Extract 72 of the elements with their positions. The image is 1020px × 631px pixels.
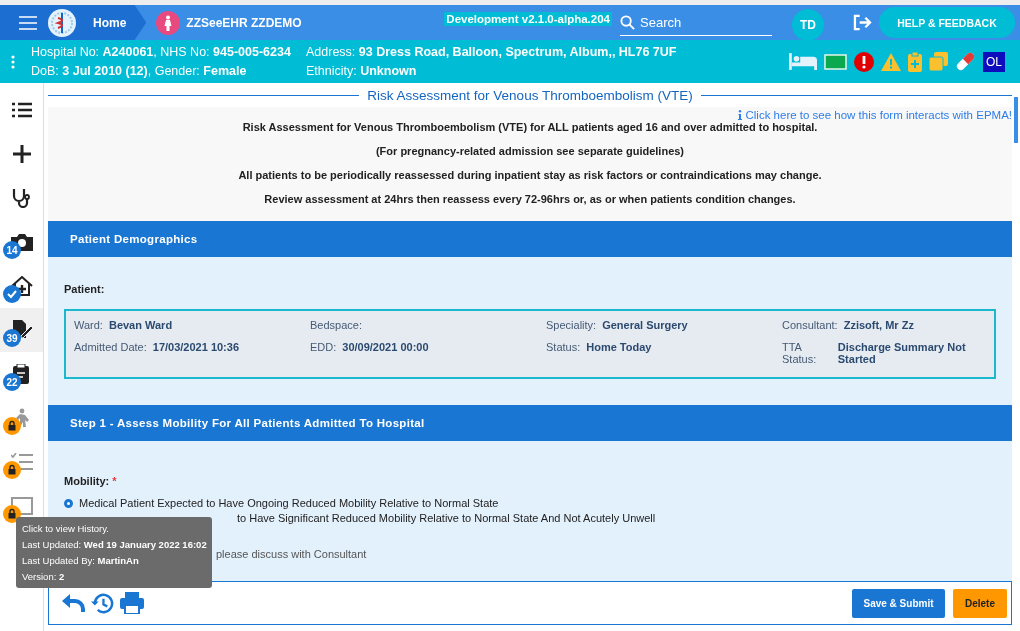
required-marker: * — [112, 475, 117, 487]
radio-button[interactable] — [64, 498, 73, 508]
lock-badge-icon — [3, 505, 21, 523]
patient-ethnicity: Ethnicity: Unknown — [306, 64, 418, 78]
scrollbar[interactable] — [1014, 97, 1018, 143]
tooltip-text: Click to view History. — [22, 523, 109, 534]
field-value: Discharge Summary Not Started — [837, 341, 967, 365]
plus-icon — [12, 145, 31, 163]
field-label: Status: — [546, 341, 581, 355]
print-icon[interactable] — [120, 592, 144, 614]
home-link[interactable]: Home — [93, 15, 127, 30]
delete-button[interactable]: Delete — [953, 588, 1007, 618]
tooltip-text: Last Updated By: MartinAn — [22, 555, 139, 566]
clipboard-plus-icon[interactable] — [908, 51, 922, 72]
lock-badge-icon — [3, 461, 21, 479]
search-icon — [620, 14, 635, 30]
sidebar-item[interactable]: 14 — [0, 220, 43, 264]
patient-dob-gender: DoB: 3 Jul 2010 (12), Gender: Female — [31, 64, 248, 78]
stethoscope-icon — [11, 188, 32, 208]
sidebar-item[interactable]: 22 — [0, 352, 43, 396]
field-label: EDD: — [310, 341, 337, 355]
tooltip-text: Version: 2 — [22, 571, 65, 582]
section-title: Patient Demographics — [70, 233, 198, 245]
note-text: please discuss with Consultant — [215, 548, 368, 560]
count-badge: 22 — [3, 373, 21, 391]
save-submit-button[interactable]: Save & Submit — [852, 588, 945, 618]
app-name: ZZSeeEHR ZZDEMO — [186, 15, 302, 30]
info-link[interactable]: Click here to see how this form interacts with EPMA! — [745, 109, 1012, 121]
window-icon — [10, 497, 33, 515]
logout-icon[interactable] — [852, 14, 873, 31]
field-label: TTA Status: — [782, 341, 818, 365]
field-label: Bedspace: — [310, 319, 362, 331]
menu-icon[interactable] — [19, 15, 37, 30]
field-label: Patient: — [64, 283, 106, 295]
field-value: Bevan Ward — [108, 319, 173, 331]
count-badge: 39 — [3, 329, 21, 347]
section-title: Step 1 - Assess Mobility For All Patients Admitted To Hospital — [70, 417, 425, 429]
version-label: Development v2.1.0-alpha.204 — [444, 12, 612, 26]
history-icon[interactable] — [91, 591, 114, 615]
count-badge: 14 — [3, 241, 21, 259]
lock-badge-icon — [3, 417, 21, 435]
field-label: Speciality: — [546, 319, 597, 331]
field-value: 17/03/2021 10:36 — [152, 341, 239, 355]
list-icon — [11, 102, 32, 118]
patient-address: Address: 93 Dress Road, Balloon, Spectrum, Album,, HL76 7UF — [306, 45, 677, 59]
field-label: Consultant: — [782, 319, 838, 331]
ol-badge[interactable]: OL — [983, 51, 1005, 72]
field-value: General Surgery — [602, 319, 688, 331]
intro-text: All patients to be periodically reassessed during inpatient stay as risk factors or contraindications may change. — [237, 169, 823, 181]
option-label: Medical Patient Expected to Have Ongoing Reduced Mobility Relative to Normal State — [79, 497, 499, 509]
checklist-icon — [10, 453, 33, 471]
search-field[interactable]: Search — [638, 13, 762, 31]
tooltip-text: Last Updated: Wed 19 January 2022 16:02 — [22, 539, 207, 550]
caduceus-logo-icon — [47, 7, 77, 38]
field-label: Ward: — [74, 319, 103, 331]
field-value: Home Today — [586, 341, 652, 355]
check-badge-icon — [3, 285, 21, 303]
field-label: Admitted Date: — [74, 341, 147, 355]
field-value: 30/09/2021 00:00 — [342, 341, 429, 355]
intro-text: Risk Assessment for Venous Thromboembolism (VTE) for ALL patients aged 16 and over admitted to hospital. — [241, 121, 819, 133]
intro-text: (For pregnancy-related admission see separate guidelines) — [374, 145, 686, 157]
patient-ids: Hospital No: A240061, NHS No: 945-005-6234 — [31, 45, 292, 59]
field-label: Mobility: — [64, 475, 110, 487]
sidebar-item[interactable]: 39 — [0, 308, 43, 352]
undo-icon[interactable] — [61, 593, 85, 613]
form-title: Risk Assessment for Venous Thromboembolism (VTE) — [367, 87, 693, 103]
intro-text: Review assessment at 24hrs then reassess every 72-96hrs or, as or when patients condition changes. — [263, 193, 797, 205]
field-value: Zzisoft, Mr Zz — [843, 319, 914, 331]
option-label: to Have Significant Reduced Mobility Relative to Normal State And Not Acutely Unwell — [237, 512, 656, 524]
info-icon — [738, 110, 743, 120]
female-patient-icon — [156, 10, 181, 35]
alert-icon[interactable] — [854, 51, 874, 72]
